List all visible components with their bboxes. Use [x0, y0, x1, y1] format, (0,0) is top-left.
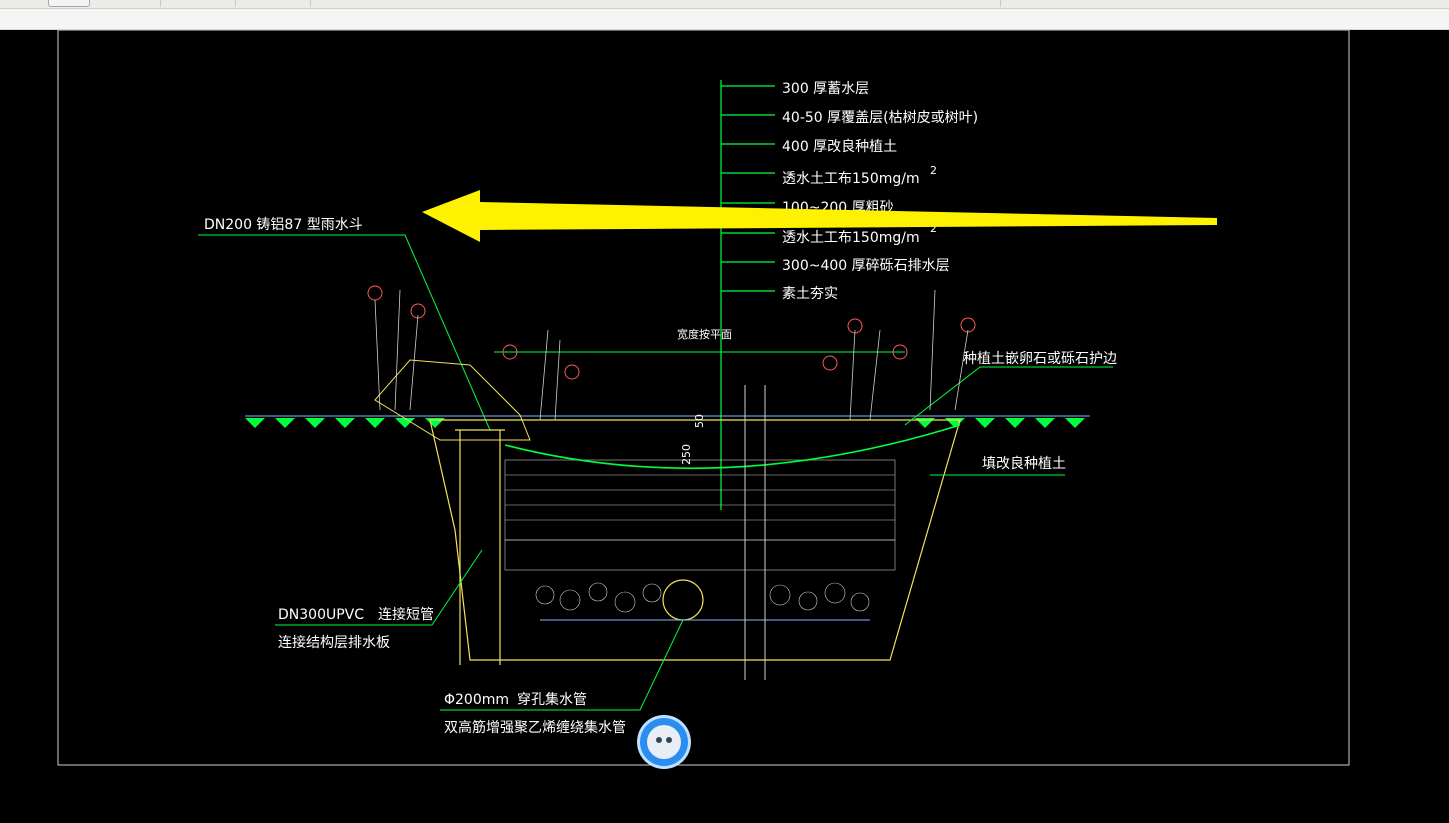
- sand-layer: [504, 539, 896, 571]
- toolbar-active-button[interactable]: [48, 0, 90, 7]
- collector-desc-label: 双高筋增强聚乙烯缠绕集水管: [444, 719, 626, 736]
- superscript: 2: [930, 164, 937, 177]
- collector-size-label: Φ200mm: [444, 692, 509, 708]
- fill-label: 填改良种植土: [982, 456, 1066, 472]
- center-label: 宽度按平面: [677, 327, 732, 341]
- pipe-connect-label: 连接短管: [378, 606, 434, 623]
- layer-callout: 透水土工布150mg/m: [782, 171, 920, 187]
- cad-drawing: 300 厚蓄水层 40-50 厚覆盖层(枯树皮或树叶) 400 厚改良种植土 透…: [57, 30, 1350, 766]
- drain-board-label: 连接结构层排水板: [278, 634, 390, 651]
- toolbar-separator: [235, 0, 236, 7]
- drawing-frame: [57, 30, 1350, 766]
- pipe-size-label: DN300UPVC: [278, 607, 364, 623]
- collector-name-label: 穿孔集水管: [517, 691, 587, 708]
- dim-50: 50: [693, 414, 706, 428]
- soil-hatch: [504, 459, 896, 541]
- rain-hopper-label: DN200 铸铝87 型雨水斗: [204, 217, 363, 233]
- layer-callout: 素土夯实: [782, 286, 838, 302]
- drawing-canvas[interactable]: 300 厚蓄水层 40-50 厚覆盖层(枯树皮或树叶) 400 厚改良种植土 透…: [0, 30, 1449, 823]
- plant-stems: [374, 289, 969, 421]
- plant-flowers: [367, 285, 976, 380]
- dim-250: 250: [680, 444, 693, 465]
- toolbar-separator: [310, 0, 311, 7]
- assistant-button[interactable]: [640, 718, 688, 766]
- layer-callout: 400 厚改良种植土: [782, 139, 897, 155]
- layer-callout: 40-50 厚覆盖层(枯树皮或树叶): [782, 110, 978, 126]
- boulder-outline: [374, 359, 531, 441]
- assistant-bot-icon: [647, 725, 681, 759]
- toolbar-separator: [160, 0, 161, 7]
- layer-ticks: [721, 85, 775, 292]
- layer-callout: 300~400 厚碎砾石排水层: [782, 258, 950, 274]
- surface-curve: [504, 424, 961, 470]
- ribbon-bar: [0, 9, 1449, 30]
- toolbar-separator: [1000, 0, 1001, 7]
- layer-callout: 透水土工布150mg/m: [782, 230, 920, 246]
- toolbar: [0, 0, 1449, 9]
- collector-pipe: [662, 579, 704, 621]
- edge-label: 种植土嵌卵石或砾石护边: [963, 351, 1117, 367]
- layer-callout: 300 厚蓄水层: [782, 81, 869, 97]
- drain-pipe: [455, 429, 505, 665]
- rain-hopper-leader: [198, 234, 491, 431]
